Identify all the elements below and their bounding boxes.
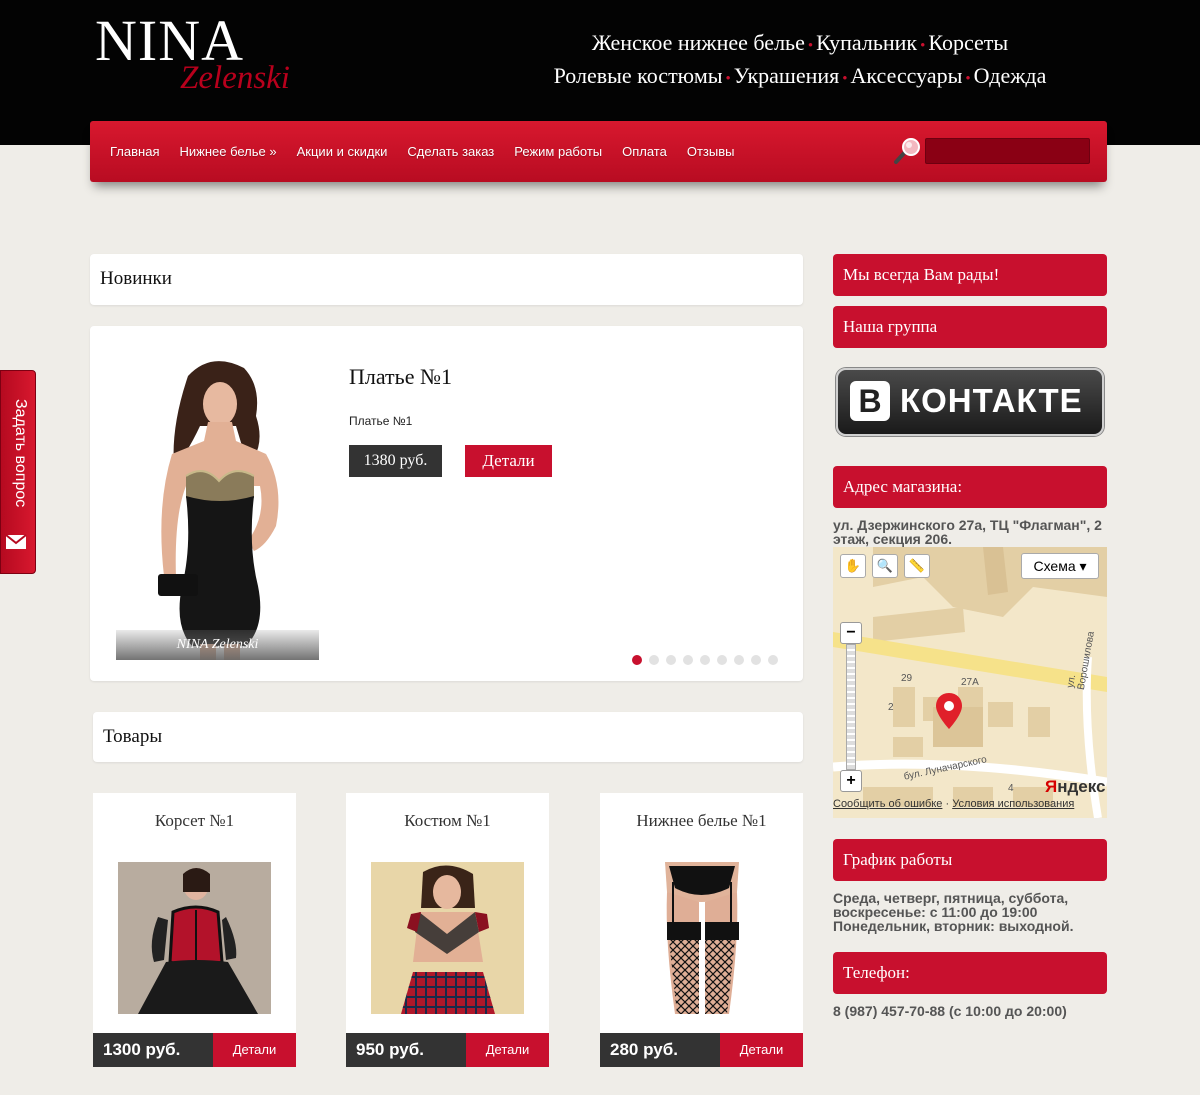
vkontakte-button[interactable]: В КОНТАКТЕ (836, 368, 1104, 436)
map-report-error-link[interactable]: Сообщить об ошибке (833, 798, 942, 810)
product-card: Костюм №1 950 руб. Детали (346, 793, 549, 1067)
zoom-slider[interactable] (846, 644, 856, 770)
schedule-header: График работы (833, 839, 1107, 881)
slider-dot[interactable] (751, 655, 761, 665)
category-link[interactable]: Корсеты (928, 30, 1008, 55)
phone-header: Телефон: (833, 952, 1107, 994)
product-image-lingerie[interactable] (625, 862, 778, 1014)
category-line-2: Ролевые костюмы • Украшения • Аксессуары • Оде… (500, 61, 1100, 94)
category-separator: • (842, 71, 848, 87)
search-icon[interactable] (892, 136, 922, 166)
nav-menu: Главная Нижнее белье » Акции и скидки Сд… (100, 121, 744, 182)
welcome-header: Мы всегда Вам рады! (833, 254, 1107, 296)
map-building-label: 4 (1008, 783, 1014, 794)
slider-dot[interactable] (632, 655, 642, 665)
category-separator: • (807, 38, 814, 54)
category-link[interactable]: Украшения (734, 63, 839, 88)
map-building-label: 27А (961, 677, 979, 688)
map-footer: Сообщить об ошибке · Условия использован… (833, 798, 1074, 810)
address-text: ул. Дзержинского 27а, ТЦ "Флагман", 2 эт… (833, 517, 1102, 547)
search-input[interactable] (925, 138, 1090, 164)
products-header: Товары (93, 712, 803, 762)
product-image-corset[interactable] (118, 862, 271, 1014)
dress-model-illustration (116, 346, 319, 660)
category-link[interactable]: Женское нижнее белье (592, 30, 805, 55)
nav-item-lingerie[interactable]: Нижнее белье » (169, 144, 286, 159)
nav-item-home[interactable]: Главная (100, 144, 169, 159)
slider-dot[interactable] (768, 655, 778, 665)
product-title[interactable]: Корсет №1 (93, 811, 296, 831)
product-title[interactable]: Нижнее белье №1 (600, 811, 803, 831)
category-line-1: Женское нижнее белье • Купальник • Корсеты (500, 28, 1100, 61)
product-details-button[interactable]: Детали (466, 1033, 549, 1067)
map-pin-icon[interactable] (936, 693, 962, 729)
group-header: Наша группа (833, 306, 1107, 348)
category-separator: • (965, 71, 971, 87)
nav-item-hours[interactable]: Режим работы (504, 144, 612, 159)
product-details-button[interactable]: Детали (213, 1033, 296, 1067)
lingerie-illustration (625, 862, 778, 1014)
product-price: 950 руб. (346, 1033, 466, 1067)
map-type-select[interactable]: Схема ▾ (1021, 553, 1099, 579)
new-arrivals-title: Новинки (100, 268, 172, 289)
category-link[interactable]: Аксессуары (851, 63, 963, 88)
zoom-in-button[interactable]: + (840, 770, 862, 792)
vk-logo-icon: В (850, 381, 890, 421)
featured-product-image[interactable]: NINA Zelenski (116, 346, 319, 660)
featured-details-button[interactable]: Детали (465, 445, 552, 477)
new-arrivals-header: Новинки (90, 254, 803, 305)
nav-item-reviews[interactable]: Отзывы (677, 144, 745, 159)
nav-item-order[interactable]: Сделать заказ (397, 144, 504, 159)
category-separator: • (725, 71, 731, 87)
featured-product-description: Платье №1 (349, 414, 413, 428)
product-image-costume[interactable] (371, 862, 524, 1014)
map-zoom-tool[interactable]: 🔍 (872, 554, 898, 578)
costume-illustration (371, 862, 524, 1014)
ask-question-tab[interactable]: Задать вопрос (0, 370, 36, 574)
product-card: Нижнее белье №1 280 руб. Детали (600, 793, 803, 1067)
map-terms-link[interactable]: Условия использования (952, 798, 1074, 810)
envelope-icon (5, 534, 27, 549)
slider-dot[interactable] (734, 655, 744, 665)
product-card: Корсет №1 1300 руб. Детали (93, 793, 296, 1067)
category-link[interactable]: Одежда (974, 63, 1047, 88)
featured-image-caption: NINA Zelenski (116, 630, 319, 660)
map-building-label: 2 (888, 702, 894, 713)
featured-product-title[interactable]: Платье №1 (349, 364, 452, 390)
map-building-label: 29 (901, 673, 913, 684)
vk-label: КОНТАКТЕ (900, 382, 1083, 419)
zoom-out-button[interactable]: − (840, 622, 862, 644)
products-title: Товары (103, 726, 163, 747)
logo-sub[interactable]: Zelenski (180, 62, 290, 95)
map-zoom-control: − + (840, 622, 862, 792)
corset-illustration (118, 862, 271, 1014)
product-details-button[interactable]: Детали (720, 1033, 803, 1067)
slider-dot[interactable] (649, 655, 659, 665)
address-header: Адрес магазина: (833, 466, 1107, 508)
category-separator: • (920, 38, 926, 54)
yandex-logo: Яндекс (1045, 777, 1106, 796)
slider-dot[interactable] (666, 655, 676, 665)
slider-dot[interactable] (717, 655, 727, 665)
featured-product-price: 1380 руб. (349, 445, 442, 477)
category-links: Женское нижнее белье • Купальник • Корсеты Р… (500, 28, 1100, 94)
map-drag-tool[interactable]: ✋ (840, 554, 866, 578)
product-price: 1300 руб. (93, 1033, 213, 1067)
map-footer-separator: · (942, 798, 953, 810)
map-ruler-tool[interactable]: 📏 (904, 554, 930, 578)
nav-item-payment[interactable]: Оплата (612, 144, 677, 159)
phone-text: 8 (987) 457-70-88 (с 10:00 до 20:00) (833, 1003, 1067, 1019)
slider-dot[interactable] (700, 655, 710, 665)
nav-item-sales[interactable]: Акции и скидки (287, 144, 398, 159)
product-title[interactable]: Костюм №1 (346, 811, 549, 831)
slider-dots (632, 655, 778, 665)
store-map[interactable]: ✋ 🔍 📏 Схема ▾ − + 29 27А 2 4 бул. Лунача… (833, 547, 1107, 818)
category-link[interactable]: Ролевые костюмы (554, 63, 723, 88)
category-link[interactable]: Купальник (816, 30, 917, 55)
schedule-text: Среда, четверг, пятница, суббота, воскре… (833, 890, 1074, 934)
ask-question-label: Задать вопрос (12, 399, 29, 508)
slider-dot[interactable] (683, 655, 693, 665)
product-price: 280 руб. (600, 1033, 720, 1067)
